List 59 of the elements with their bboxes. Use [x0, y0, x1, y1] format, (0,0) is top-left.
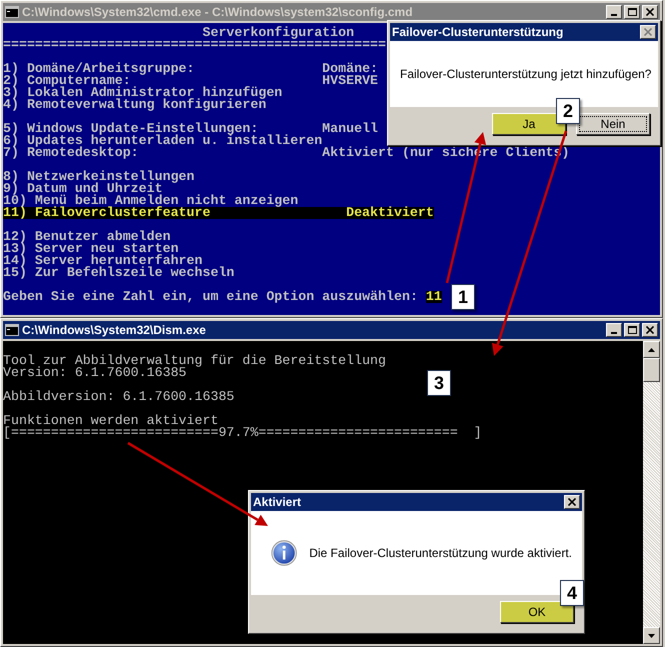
console-line: 8) Netzwerkeinstellungen [3, 171, 195, 183]
close-icon [568, 498, 576, 506]
console-line: Tool zur Abbildverwaltung für die Bereitstellung [3, 355, 386, 367]
dialog-message: Failover-Clusterunterstützung jetzt hinzufügen? [400, 67, 652, 81]
minimize-button[interactable] [606, 323, 622, 337]
scroll-up-button[interactable] [643, 341, 660, 358]
scroll-down-button[interactable] [643, 627, 660, 644]
close-icon [646, 8, 654, 16]
console-line: 3) Lokalen Administrator hinzufügen [3, 87, 282, 99]
scroll-thumb[interactable] [643, 358, 660, 382]
step-number: 4 [560, 580, 584, 606]
console-line: 9) Datum und Uhrzeit [3, 183, 163, 195]
window-title: C:\Windows\System32\cmd.exe - C:\Windows\system32\sconfig.cmd [22, 5, 414, 19]
dialog-button[interactable]: Nein [576, 113, 650, 135]
console-line: Funktionen werden aktiviert [3, 415, 218, 427]
console-line: 6) Updates herunterladen u. installieren [3, 135, 322, 147]
minimize-icon [611, 332, 617, 334]
dialog-button[interactable]: OK [500, 601, 574, 623]
close-button[interactable] [564, 495, 580, 509]
step-number: 3 [427, 370, 451, 396]
setting-value: HVSERVE [322, 75, 378, 87]
step-number: 2 [556, 98, 580, 124]
close-button[interactable] [642, 323, 658, 337]
maximize-button[interactable] [624, 323, 640, 337]
console-rule: ================================================ [3, 39, 386, 51]
console-line: 12) Benutzer abmelden [3, 231, 171, 243]
maximize-icon [628, 8, 636, 16]
maximize-icon [628, 326, 636, 334]
console-line: 15) Zur Befehlszeile wechseln [3, 267, 234, 279]
console-icon [5, 6, 19, 18]
console-line: 14) Server herunterfahren [3, 255, 202, 267]
console-line: 10) Menü beim Anmelden nicht anzeigen [3, 195, 298, 207]
console-line: 7) Remotedesktop: [3, 147, 140, 159]
console-line: Abbildversion: 6.1.7600.16385 [3, 391, 234, 403]
console-line: [==========================97.7%========================= ] [3, 427, 482, 439]
dialog-title: Aktiviert [253, 495, 302, 509]
down-arrow-icon [648, 634, 655, 638]
typed-input[interactable]: 11 [426, 291, 442, 303]
console-line: 13) Server neu starten [3, 243, 179, 255]
console-line: 1) Domäne/Arbeitsgruppe: [3, 63, 196, 75]
dialog-title: Failover-Clusterunterstützung [392, 25, 564, 39]
setting-value: Domäne: [322, 63, 378, 75]
console-line: 2) Computername: [3, 75, 131, 87]
console-heading: Serverkonfiguration [201, 27, 354, 39]
close-icon [644, 28, 652, 36]
step-number: 1 [451, 284, 475, 310]
console-line: 4) Remoteverwaltung konfigurieren [3, 99, 266, 111]
console-line: 5) Windows Update-Einstellungen: [3, 123, 258, 135]
console-prompt: Geben Sie eine Zahl ein, um eine Option auszuwählen: [3, 291, 419, 303]
minimize-icon [611, 14, 617, 16]
scrollbar[interactable] [643, 341, 660, 644]
dialog-message: Die Failover-Clusterunterstützung wurde aktiviert. [309, 546, 572, 560]
console-line: Version: 6.1.7600.16385 [3, 367, 187, 379]
up-arrow-icon [648, 348, 655, 352]
console-icon [5, 324, 19, 336]
close-icon [646, 326, 654, 334]
window-title: C:\Windows\System32\Dism.exe [22, 323, 207, 337]
highlighted-menu-row: 11) Failoverclusterfeature Deaktiviert [3, 207, 434, 219]
setting-value: Manuell [322, 123, 378, 135]
